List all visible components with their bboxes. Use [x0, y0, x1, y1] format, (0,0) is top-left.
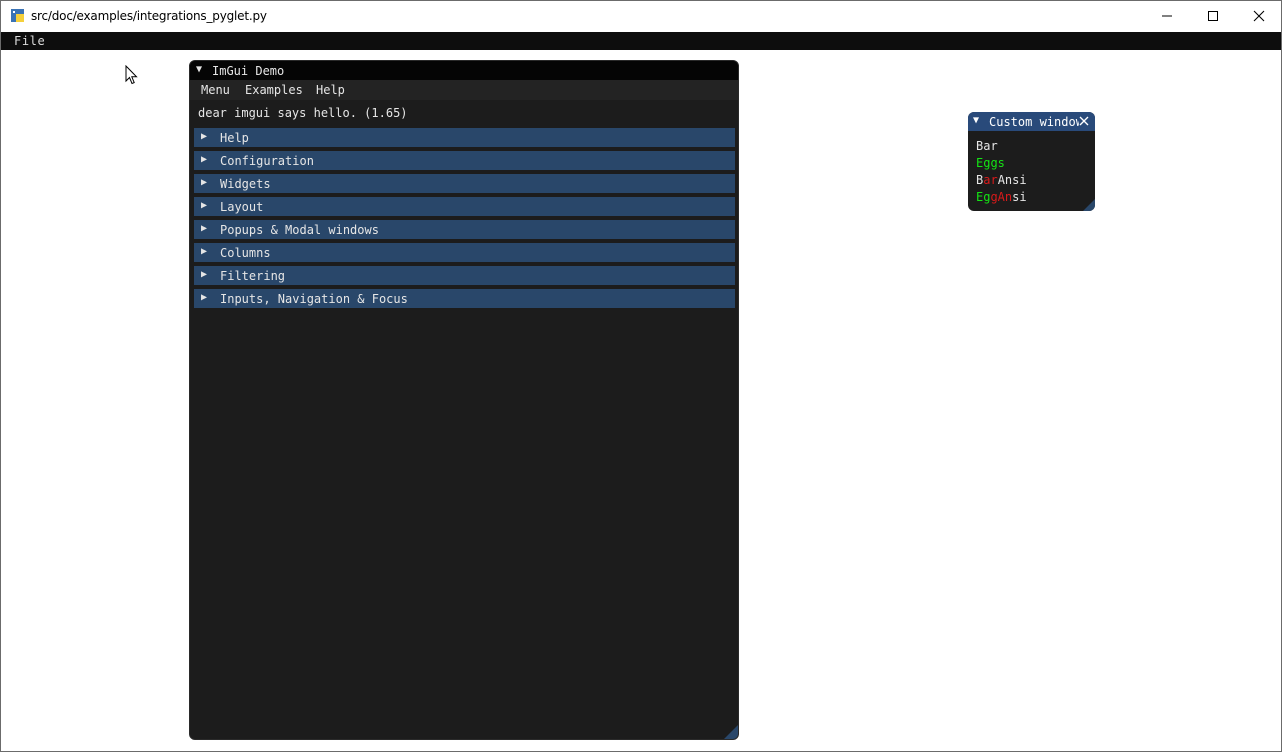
ansi-segment: ar	[983, 173, 998, 187]
menu-file[interactable]: File	[14, 34, 45, 48]
maximize-button[interactable]	[1190, 1, 1236, 31]
header-label: Configuration	[220, 154, 314, 168]
demo-menubar: Menu Examples Help	[190, 80, 738, 100]
custom-window[interactable]: ▼ Custom window Bar Eggs BarAnsi EggAnsi	[968, 112, 1095, 211]
resize-grip-icon[interactable]	[724, 725, 738, 739]
mouse-cursor-icon	[125, 65, 138, 85]
minimize-icon	[1162, 15, 1172, 17]
close-icon	[1253, 10, 1265, 22]
expand-arrow-icon: ▶	[201, 200, 208, 211]
maximize-icon	[1208, 11, 1218, 21]
custom-window-titlebar[interactable]: ▼ Custom window	[968, 112, 1095, 131]
header-columns[interactable]: ▶ Columns	[194, 243, 735, 262]
header-filtering[interactable]: ▶ Filtering	[194, 266, 735, 285]
expand-arrow-icon: ▶	[201, 131, 208, 142]
header-label: Help	[220, 131, 249, 145]
text-bar: Bar	[976, 139, 998, 153]
window-title: src/doc/examples/integrations_pyglet.py	[31, 9, 267, 23]
header-label: Inputs, Navigation & Focus	[220, 292, 408, 306]
expand-arrow-icon: ▶	[201, 223, 208, 234]
text-egg-ansi: EggAnsi	[976, 190, 1027, 204]
ansi-segment: Eg	[976, 190, 991, 204]
demo-window-title: ImGui Demo	[212, 64, 285, 78]
menu-menu[interactable]: Menu	[201, 83, 230, 97]
collapse-triangle-icon[interactable]: ▼	[973, 115, 979, 126]
python-app-icon	[10, 8, 25, 23]
menu-examples[interactable]: Examples	[245, 83, 303, 97]
header-label: Widgets	[220, 177, 271, 191]
header-popups[interactable]: ▶ Popups & Modal windows	[194, 220, 735, 239]
collapse-triangle-icon[interactable]: ▼	[196, 64, 202, 75]
custom-window-title: Custom window	[989, 115, 1079, 129]
header-layout[interactable]: ▶ Layout	[194, 197, 735, 216]
header-label: Popups & Modal windows	[220, 223, 379, 237]
close-button[interactable]	[1236, 1, 1282, 31]
ansi-segment: gAn	[990, 190, 1013, 204]
minimize-button[interactable]	[1144, 1, 1190, 31]
hello-text: dear imgui says hello. (1.65)	[198, 106, 408, 120]
text-eggs: Eggs	[976, 156, 1005, 170]
header-label: Columns	[220, 246, 271, 260]
header-inputs-navigation-focus[interactable]: ▶ Inputs, Navigation & Focus	[194, 289, 735, 308]
application-window: src/doc/examples/integrations_pyglet.py …	[0, 0, 1282, 752]
menu-help[interactable]: Help	[316, 83, 345, 97]
header-configuration[interactable]: ▶ Configuration	[194, 151, 735, 170]
ansi-segment: si	[1012, 190, 1027, 204]
imgui-demo-window[interactable]: ▼ ImGui Demo Menu Examples Help dear img…	[189, 60, 739, 740]
text-bar-ansi: BarAnsi	[976, 173, 1027, 187]
expand-arrow-icon: ▶	[201, 154, 208, 165]
expand-arrow-icon: ▶	[201, 177, 208, 188]
resize-grip-icon[interactable]	[1083, 199, 1095, 211]
expand-arrow-icon: ▶	[201, 269, 208, 280]
demo-window-titlebar[interactable]: ▼ ImGui Demo	[190, 61, 738, 80]
header-label: Layout	[220, 200, 264, 214]
window-titlebar[interactable]: src/doc/examples/integrations_pyglet.py	[1, 1, 1281, 31]
main-menubar: File	[1, 32, 1281, 50]
close-x-icon[interactable]	[1078, 115, 1090, 127]
header-help[interactable]: ▶ Help	[194, 128, 735, 147]
expand-arrow-icon: ▶	[201, 246, 208, 257]
header-widgets[interactable]: ▶ Widgets	[194, 174, 735, 193]
expand-arrow-icon: ▶	[201, 292, 208, 303]
ansi-segment: Ansi	[997, 173, 1027, 187]
header-label: Filtering	[220, 269, 286, 283]
